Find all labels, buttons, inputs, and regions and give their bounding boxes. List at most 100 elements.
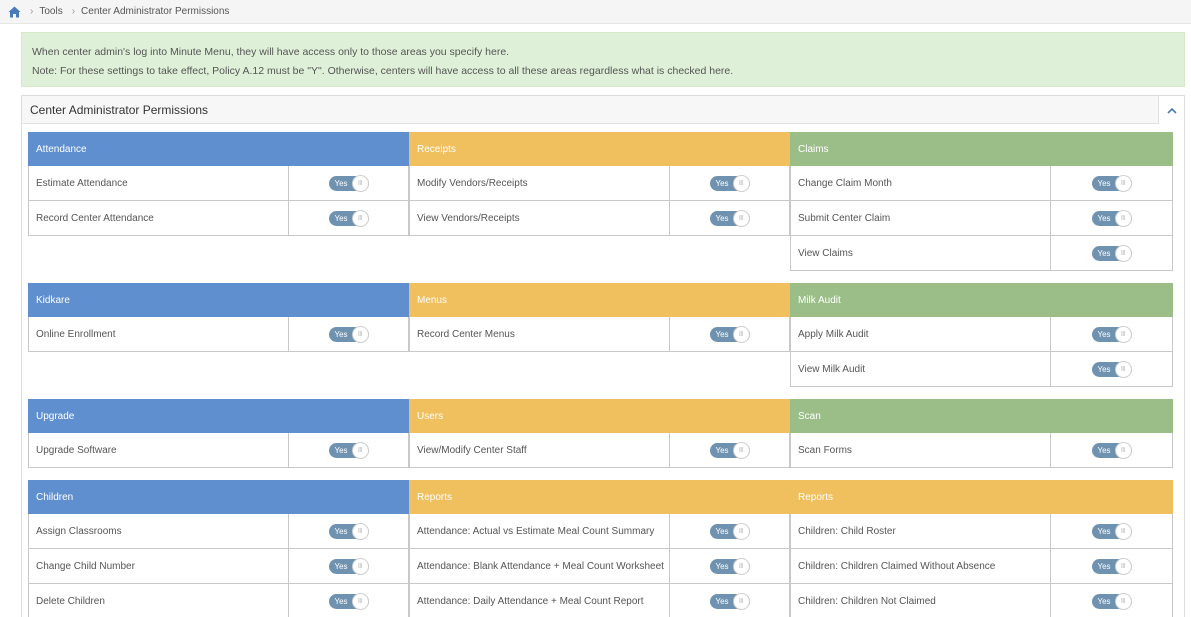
permission-toggle[interactable]: Yes III	[709, 325, 750, 343]
collapse-button[interactable]	[1158, 96, 1184, 124]
permission-control-cell: Yes III	[670, 166, 789, 200]
section-header: Reports	[790, 480, 1173, 514]
toggle-knob[interactable]: III	[351, 557, 369, 575]
toggle-yes-label: Yes	[1097, 248, 1111, 258]
permission-label: Attendance: Actual vs Estimate Meal Coun…	[410, 514, 670, 548]
permission-row: Modify Vendors/Receipts Yes III	[409, 166, 790, 201]
permission-label: Change Claim Month	[791, 166, 1051, 200]
toggle-knob[interactable]: III	[1114, 557, 1132, 575]
permission-toggle[interactable]: Yes III	[328, 209, 369, 227]
permission-label: Change Child Number	[29, 549, 289, 583]
toggle-knob[interactable]: III	[351, 325, 369, 343]
toggle-yes-label: Yes	[334, 178, 348, 188]
permission-label: View Vendors/Receipts	[410, 201, 670, 235]
toggle-knob[interactable]: III	[732, 174, 750, 192]
permission-section: Claims Change Claim Month Yes III Submit Cen…	[790, 132, 1173, 271]
permission-toggle[interactable]: Yes III	[1091, 360, 1132, 378]
permission-row: Online Enrollment Yes III	[28, 317, 409, 352]
permission-toggle[interactable]: Yes III	[1091, 522, 1132, 540]
panel-heading: Center Administrator Permissions	[22, 96, 1184, 124]
toggle-knob[interactable]: III	[732, 209, 750, 227]
toggle-yes-label: Yes	[715, 445, 729, 455]
permission-toggle[interactable]: Yes III	[709, 522, 750, 540]
permission-toggle[interactable]: Yes III	[328, 174, 369, 192]
toggle-yes-label: Yes	[334, 596, 348, 606]
toggle-yes-label: Yes	[715, 213, 729, 223]
permission-label: Record Center Menus	[410, 317, 670, 351]
toggle-knob[interactable]: III	[351, 174, 369, 192]
permission-control-cell: Yes III	[670, 549, 789, 583]
breadcrumb: › Tools › Center Administrator Permissio…	[0, 0, 1191, 24]
permission-toggle[interactable]: Yes III	[1091, 325, 1132, 343]
permission-toggle[interactable]: Yes III	[1091, 209, 1132, 227]
permission-row: Assign Classrooms Yes III	[28, 514, 409, 549]
permission-toggle[interactable]: Yes III	[709, 209, 750, 227]
toggle-knob[interactable]: III	[732, 325, 750, 343]
toggle-yes-label: Yes	[334, 561, 348, 571]
toggle-knob[interactable]: III	[732, 522, 750, 540]
toggle-knob[interactable]: III	[351, 209, 369, 227]
permission-label: Submit Center Claim	[791, 201, 1051, 235]
toggle-knob[interactable]: III	[351, 441, 369, 459]
permission-toggle[interactable]: Yes III	[328, 325, 369, 343]
toggle-knob[interactable]: III	[351, 592, 369, 610]
permission-row: Submit Center Claim Yes III	[790, 201, 1173, 236]
permission-control-cell: Yes III	[289, 549, 408, 583]
toggle-knob[interactable]: III	[1114, 325, 1132, 343]
permission-toggle[interactable]: Yes III	[1091, 592, 1132, 610]
permission-row: Record Center Attendance Yes III	[28, 201, 409, 236]
toggle-knob[interactable]: III	[1114, 244, 1132, 262]
permission-label: Children: Children Claimed Without Absen…	[791, 549, 1051, 583]
info-alert: When center admin's log into Minute Menu…	[21, 32, 1185, 87]
toggle-yes-label: Yes	[334, 213, 348, 223]
permission-toggle[interactable]: Yes III	[1091, 441, 1132, 459]
permission-toggle[interactable]: Yes III	[328, 522, 369, 540]
permission-toggle[interactable]: Yes III	[1091, 557, 1132, 575]
permission-toggle[interactable]: Yes III	[709, 557, 750, 575]
permission-control-cell: Yes III	[670, 514, 789, 548]
home-icon[interactable]	[8, 6, 21, 18]
permission-toggle[interactable]: Yes III	[328, 441, 369, 459]
permission-toggle[interactable]: Yes III	[1091, 174, 1132, 192]
section-header: Reports	[409, 480, 790, 514]
permission-row: Estimate Attendance Yes III	[28, 166, 409, 201]
permission-toggle[interactable]: Yes III	[709, 441, 750, 459]
permission-toggle[interactable]: Yes III	[709, 592, 750, 610]
permission-control-cell: Yes III	[289, 514, 408, 548]
permission-label: Apply Milk Audit	[791, 317, 1051, 351]
permission-control-cell: Yes III	[1051, 352, 1172, 386]
toggle-knob[interactable]: III	[1114, 592, 1132, 610]
permission-control-cell: Yes III	[1051, 236, 1172, 270]
toggle-knob[interactable]: III	[732, 592, 750, 610]
permission-toggle[interactable]: Yes III	[1091, 244, 1132, 262]
toggle-yes-label: Yes	[715, 178, 729, 188]
permission-control-cell: Yes III	[1051, 166, 1172, 200]
permission-toggle[interactable]: Yes III	[709, 174, 750, 192]
permission-toggle[interactable]: Yes III	[328, 592, 369, 610]
permission-row: Change Claim Month Yes III	[790, 166, 1173, 201]
toggle-knob[interactable]: III	[1114, 174, 1132, 192]
toggle-knob[interactable]: III	[732, 441, 750, 459]
toggle-yes-label: Yes	[1097, 526, 1111, 536]
toggle-knob[interactable]: III	[732, 557, 750, 575]
permission-control-cell: Yes III	[1051, 514, 1172, 548]
breadcrumb-tools[interactable]: Tools	[39, 6, 62, 17]
toggle-knob[interactable]: III	[351, 522, 369, 540]
permission-control-cell: Yes III	[1051, 317, 1172, 351]
section-header: Milk Audit	[790, 283, 1173, 317]
toggle-yes-label: Yes	[1097, 445, 1111, 455]
permission-section: Receipts Modify Vendors/Receipts Yes III Vie…	[409, 132, 790, 271]
toggle-knob[interactable]: III	[1114, 441, 1132, 459]
permission-label: View Milk Audit	[791, 352, 1051, 386]
alert-line-2: Note: For these settings to take effect,…	[32, 65, 734, 77]
toggle-yes-label: Yes	[715, 596, 729, 606]
permission-row: View Claims Yes III	[790, 236, 1173, 271]
permission-control-cell: Yes III	[289, 166, 408, 200]
section-header: Attendance	[28, 132, 409, 166]
permission-row: Children: Child Roster Yes III	[790, 514, 1173, 549]
permission-toggle[interactable]: Yes III	[328, 557, 369, 575]
toggle-knob[interactable]: III	[1114, 522, 1132, 540]
permission-row-group: Kidkare Online Enrollment Yes III Menus Recor…	[28, 283, 1173, 387]
toggle-knob[interactable]: III	[1114, 209, 1132, 227]
toggle-knob[interactable]: III	[1114, 360, 1132, 378]
